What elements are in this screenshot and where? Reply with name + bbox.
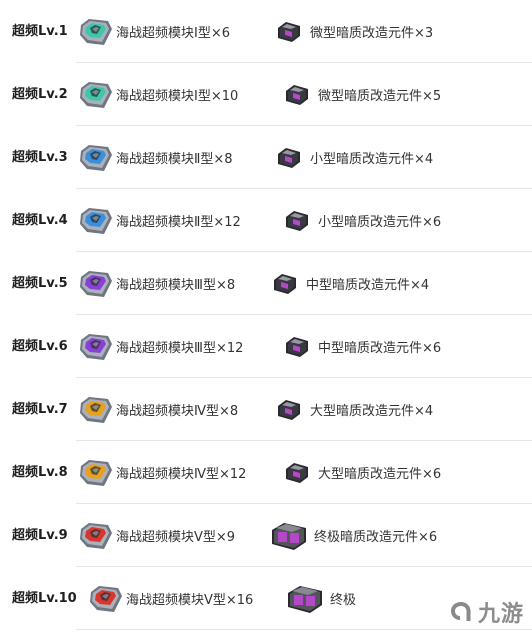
module-cost: 海战超频模块Ⅳ型×12 <box>78 441 246 504</box>
module-cost-text: 海战超频模块Ⅳ型×8 <box>116 404 239 419</box>
level-label: 超频Lv.9 <box>12 528 68 543</box>
module-cost: 海战超频模块Ⅴ型×9 <box>78 504 235 567</box>
dark-matter-part-icon <box>276 146 302 170</box>
level-label: 超频Lv.5 <box>12 276 68 291</box>
module-cost: 海战超频模块Ⅱ型×8 <box>78 126 233 189</box>
part-cost-text: 中型暗质改造元件×4 <box>306 278 430 293</box>
module-cost: 海战超频模块Ⅲ型×8 <box>78 252 235 315</box>
part-cost: 大型暗质改造元件×6 <box>284 441 441 504</box>
table-row: 超频Lv.9 海战超频模块Ⅴ型×9 终极暗质改造元件×6 <box>0 504 532 567</box>
part-cost-text: 中型暗质改造元件×6 <box>318 341 442 356</box>
dark-matter-part-icon <box>284 335 310 359</box>
part-cost-text: 大型暗质改造元件×6 <box>318 467 442 482</box>
table-row: 超频Lv.7 海战超频模块Ⅳ型×8 大型暗质改造元件×4 <box>0 378 532 441</box>
module-cost-text: 海战超频模块Ⅲ型×12 <box>116 341 244 356</box>
overclock-module-icon <box>78 206 114 236</box>
part-cost: 终极暗质改造元件×6 <box>270 504 437 567</box>
table-row: 超频Lv.1 海战超频模块Ⅰ型×6 微型暗质改造元件×3 <box>0 0 532 63</box>
part-cost: 微型暗质改造元件×3 <box>276 0 433 63</box>
level-label: 超频Lv.1 <box>12 24 68 39</box>
part-cost: 中型暗质改造元件×6 <box>284 315 441 378</box>
part-cost-text: 微型暗质改造元件×3 <box>310 26 434 41</box>
table-row: 超频Lv.2 海战超频模块Ⅰ型×10 微型暗质改造元件×5 <box>0 63 532 126</box>
part-cost: 终极 <box>286 567 356 630</box>
module-cost-text: 海战超频模块Ⅰ型×10 <box>116 89 239 104</box>
module-cost: 海战超频模块Ⅲ型×12 <box>78 315 243 378</box>
part-cost-text: 终极 <box>330 593 357 608</box>
overclock-module-icon <box>78 143 114 173</box>
dark-matter-part-icon <box>284 461 310 485</box>
dark-matter-part-icon <box>284 209 310 233</box>
part-cost-text: 小型暗质改造元件×4 <box>310 152 434 167</box>
overclock-module-icon <box>78 17 114 47</box>
level-label: 超频Lv.3 <box>12 150 68 165</box>
overclock-module-icon <box>88 584 124 614</box>
module-cost: 海战超频模块Ⅰ型×10 <box>78 63 238 126</box>
module-cost: 海战超频模块Ⅰ型×6 <box>78 0 230 63</box>
overclock-module-icon <box>78 521 114 551</box>
part-cost: 微型暗质改造元件×5 <box>284 63 441 126</box>
dark-matter-part-icon <box>270 520 308 552</box>
level-label: 超频Lv.2 <box>12 87 68 102</box>
part-cost: 大型暗质改造元件×4 <box>276 378 433 441</box>
dark-matter-part-icon <box>276 398 302 422</box>
level-label: 超频Lv.6 <box>12 339 68 354</box>
overclock-module-icon <box>78 458 114 488</box>
module-cost-text: 海战超频模块Ⅲ型×8 <box>116 278 236 293</box>
dark-matter-part-icon <box>276 20 302 44</box>
overclock-module-icon <box>78 80 114 110</box>
module-cost-text: 海战超频模块Ⅱ型×12 <box>116 215 241 230</box>
module-cost: 海战超频模块Ⅳ型×8 <box>78 378 238 441</box>
part-cost: 小型暗质改造元件×4 <box>276 126 433 189</box>
dark-matter-part-icon <box>284 83 310 107</box>
table-row: 超频Lv.6 海战超频模块Ⅲ型×12 中型暗质改造元件×6 <box>0 315 532 378</box>
module-cost-text: 海战超频模块Ⅴ型×9 <box>116 530 236 545</box>
dark-matter-part-icon <box>272 272 298 296</box>
table-row: 超频Lv.8 海战超频模块Ⅳ型×12 大型暗质改造元件×6 <box>0 441 532 504</box>
module-cost-text: 海战超频模块Ⅳ型×12 <box>116 467 247 482</box>
watermark-text: 九游 <box>477 602 524 627</box>
module-cost-text: 海战超频模块Ⅰ型×6 <box>116 26 230 41</box>
level-label: 超频Lv.4 <box>12 213 68 228</box>
jiuyou-logo-icon <box>448 599 474 625</box>
part-cost-text: 大型暗质改造元件×4 <box>310 404 434 419</box>
overclock-module-icon <box>78 269 114 299</box>
part-cost-text: 微型暗质改造元件×5 <box>318 89 442 104</box>
watermark: 九游 <box>448 596 524 628</box>
part-cost: 中型暗质改造元件×4 <box>272 252 429 315</box>
level-label: 超频Lv.8 <box>12 465 68 480</box>
level-label: 超频Lv.10 <box>12 591 77 606</box>
dark-matter-part-icon <box>286 583 324 615</box>
overclock-module-icon <box>78 395 114 425</box>
module-cost: 海战超频模块Ⅴ型×16 <box>88 567 253 630</box>
overclock-module-icon <box>78 332 114 362</box>
part-cost-text: 小型暗质改造元件×6 <box>318 215 442 230</box>
row-divider <box>76 629 532 630</box>
table-row: 超频Lv.4 海战超频模块Ⅱ型×12 小型暗质改造元件×6 <box>0 189 532 252</box>
part-cost-text: 终极暗质改造元件×6 <box>314 530 438 545</box>
module-cost-text: 海战超频模块Ⅱ型×8 <box>116 152 233 167</box>
level-label: 超频Lv.7 <box>12 402 68 417</box>
module-cost: 海战超频模块Ⅱ型×12 <box>78 189 241 252</box>
part-cost: 小型暗质改造元件×6 <box>284 189 441 252</box>
upgrade-table: 超频Lv.1 海战超频模块Ⅰ型×6 微型暗质改造元件×3 超频Lv.2 海战超频模块Ⅰ型… <box>0 0 532 636</box>
table-row: 超频Lv.3 海战超频模块Ⅱ型×8 小型暗质改造元件×4 <box>0 126 532 189</box>
module-cost-text: 海战超频模块Ⅴ型×16 <box>126 593 254 608</box>
table-row: 超频Lv.5 海战超频模块Ⅲ型×8 中型暗质改造元件×4 <box>0 252 532 315</box>
